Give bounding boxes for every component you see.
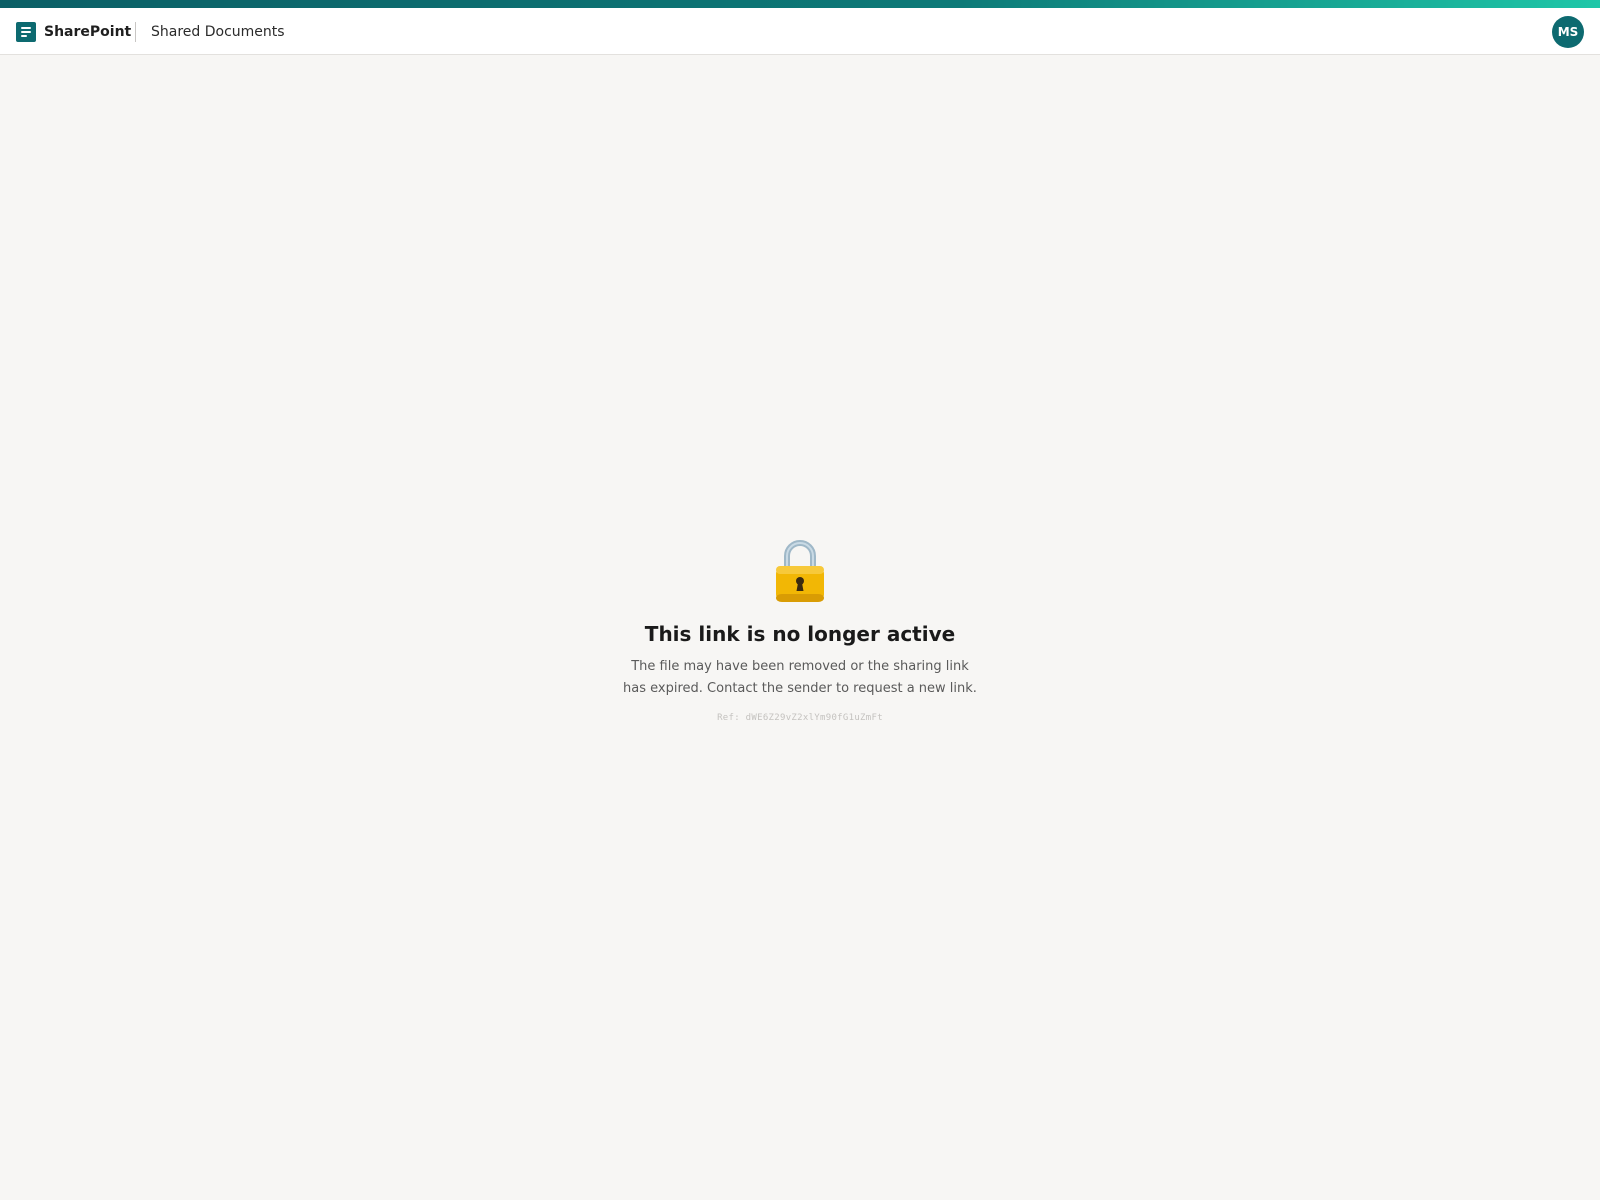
reference-code: Ref: dWE6Z29vZ2xlYm90fG1uZmFt: [717, 713, 883, 723]
header-divider: [135, 22, 136, 42]
error-message: The file may have been removed or the sh…: [623, 659, 977, 696]
user-avatar[interactable]: MS: [1552, 16, 1584, 48]
sharepoint-logo-icon[interactable]: [16, 22, 36, 42]
accent-bar: [0, 0, 1600, 8]
app-name[interactable]: SharePoint: [44, 21, 131, 43]
error-panel: This link is no longer active The file m…: [0, 538, 1600, 723]
lock-icon: [776, 540, 824, 602]
error-title: This link is no longer active: [644, 622, 956, 646]
site-name[interactable]: Shared Documents: [151, 21, 285, 43]
top-bar: SharePoint Shared Documents MS: [0, 8, 1600, 55]
